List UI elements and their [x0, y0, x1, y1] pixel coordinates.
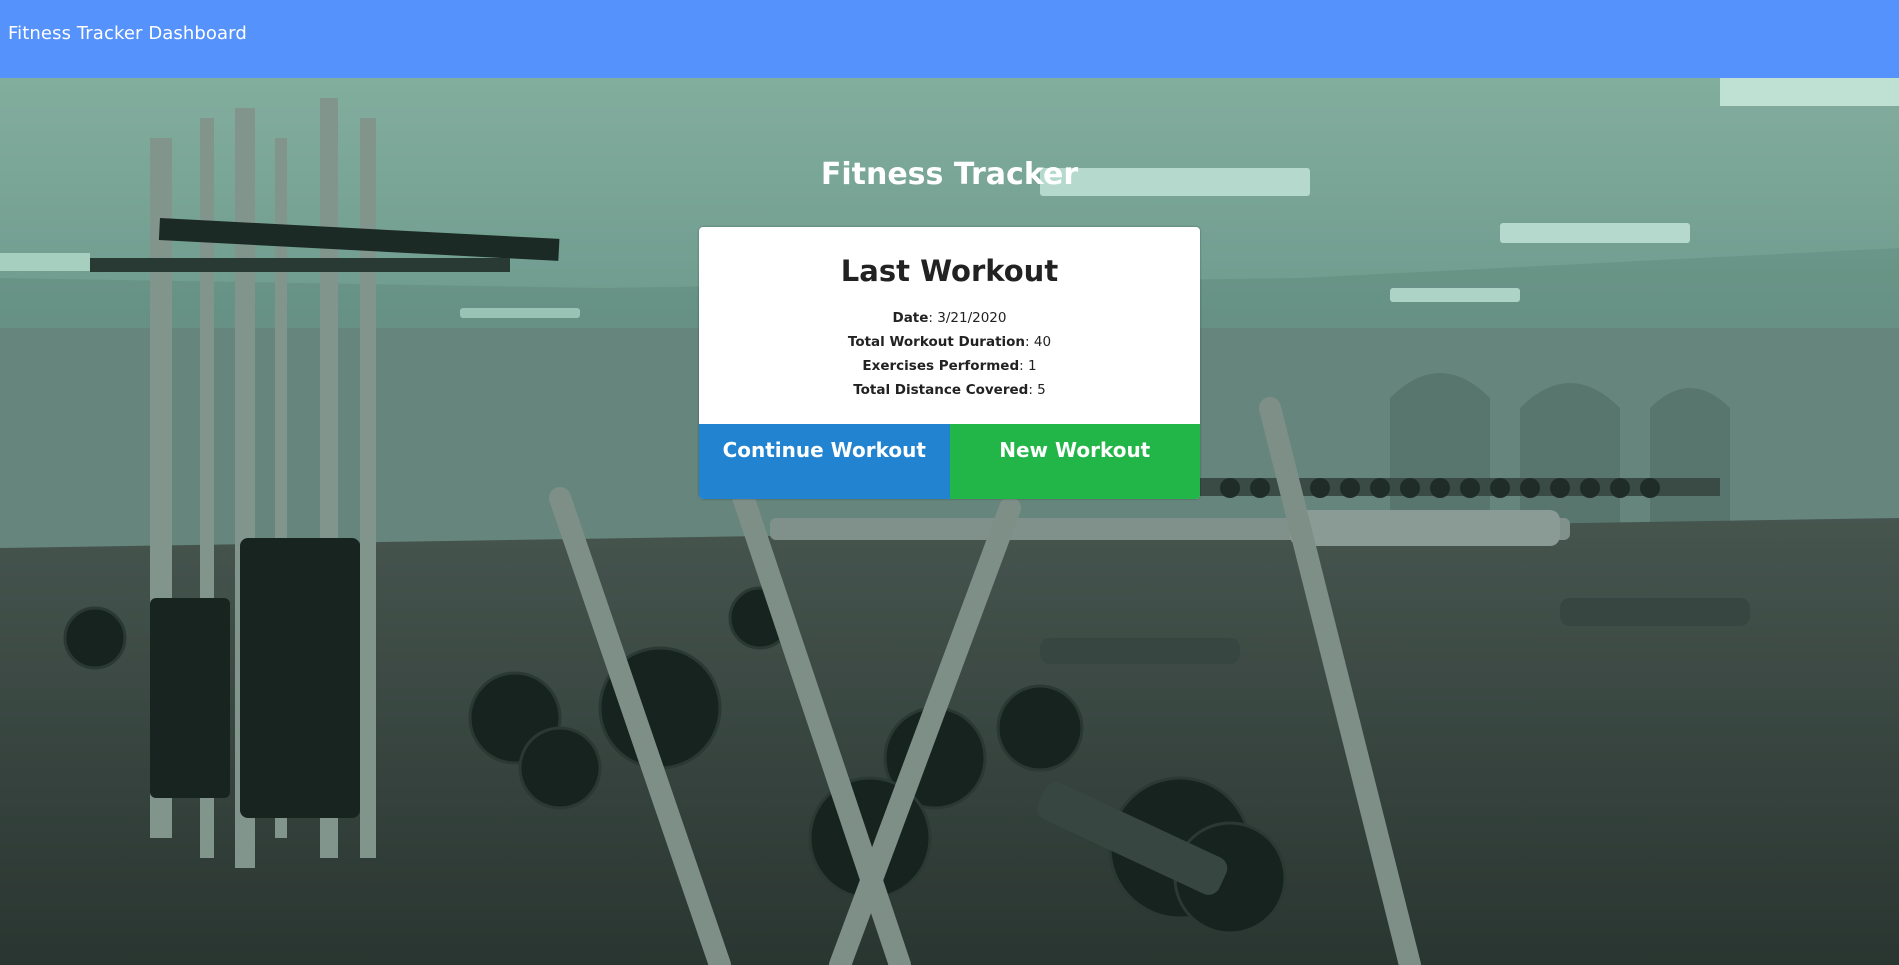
stat-value: 1 [1027, 358, 1037, 374]
last-workout-card: Last Workout Date: 3/21/2020 Total Worko… [699, 227, 1200, 499]
stat-label: Date [892, 310, 929, 326]
page: Fitness Tracker Dashboard Fitness Tracke… [0, 0, 1899, 965]
stat-label: Total Distance Covered [853, 382, 1029, 398]
last-workout-title: Last Workout [840, 254, 1059, 288]
stat-distance: Total Distance Covered: 5 [853, 382, 1046, 398]
stat-label: Exercises Performed [862, 358, 1020, 374]
stat-value: 5 [1037, 382, 1046, 398]
hero-background-image [0, 78, 1899, 965]
stat-value: 3/21/2020 [937, 310, 1007, 326]
gym-photo [0, 78, 1899, 965]
stat-value: 40 [1033, 334, 1052, 350]
workout-actions: Continue Workout New Workout [699, 424, 1200, 499]
stat-label: Total Workout Duration [847, 334, 1026, 350]
navbar: Fitness Tracker Dashboard [0, 0, 1899, 78]
stat-duration: Total Workout Duration: 40 [847, 334, 1052, 350]
hero-title: Fitness Tracker [820, 157, 1079, 192]
stat-date: Date: 3/21/2020 [892, 310, 1007, 326]
continue-workout-button[interactable]: Continue Workout [699, 424, 950, 499]
navbar-brand-link[interactable]: Fitness Tracker Dashboard [8, 23, 247, 44]
new-workout-button[interactable]: New Workout [949, 424, 1200, 499]
stat-exercises: Exercises Performed: 1 [862, 358, 1037, 374]
